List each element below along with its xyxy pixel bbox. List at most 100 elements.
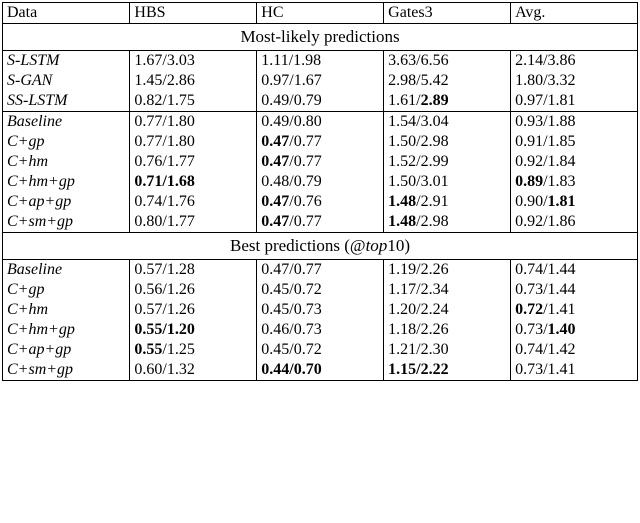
row-label: C+ap+gp xyxy=(3,340,130,360)
cell-gates3: 1.18/2.26 xyxy=(384,320,511,340)
cell-gates3: 1.54/3.04 xyxy=(384,112,511,133)
cell-hc: 0.45/0.73 xyxy=(257,300,384,320)
cell-hbs: 0.77/1.80 xyxy=(130,132,257,152)
row-label: S-LSTM xyxy=(3,51,130,72)
cell-hbs: 1.45/2.86 xyxy=(130,71,257,91)
table-row: C+ap+gp 0.74/1.76 0.47/0.76 1.48/2.91 0.… xyxy=(3,192,638,212)
cell-hbs: 0.60/1.32 xyxy=(130,360,257,381)
cell-hc: 0.45/0.72 xyxy=(257,340,384,360)
table-row: C+hm+gp 0.71/1.68 0.48/0.79 1.50/3.01 0.… xyxy=(3,172,638,192)
cell-hbs: 0.77/1.80 xyxy=(130,112,257,133)
table-row: C+gp 0.77/1.80 0.47/0.77 1.50/2.98 0.91/… xyxy=(3,132,638,152)
cell-hbs: 0.71/1.68 xyxy=(130,172,257,192)
row-label: C+sm+gp xyxy=(3,212,130,233)
table-row: C+ap+gp 0.55/1.25 0.45/0.72 1.21/2.30 0.… xyxy=(3,340,638,360)
table-row: C+hm 0.76/1.77 0.47/0.77 1.52/2.99 0.92/… xyxy=(3,152,638,172)
table-row: Baseline 0.57/1.28 0.47/0.77 1.19/2.26 0… xyxy=(3,260,638,281)
cell-hbs: 0.57/1.28 xyxy=(130,260,257,281)
table-row: S-GAN 1.45/2.86 0.97/1.67 2.98/5.42 1.80… xyxy=(3,71,638,91)
cell-gates3: 1.50/2.98 xyxy=(384,132,511,152)
cell-hbs: 0.55/1.25 xyxy=(130,340,257,360)
section-title: Best predictions (@top10) xyxy=(3,233,638,260)
results-table: Data HBS HC Gates3 Avg. Most-likely pred… xyxy=(2,2,638,381)
cell-hbs: 0.55/1.20 xyxy=(130,320,257,340)
col-hbs: HBS xyxy=(130,3,257,24)
table-row: SS-LSTM 0.82/1.75 0.49/0.79 1.61/2.89 0.… xyxy=(3,91,638,112)
cell-gates3: 1.17/2.34 xyxy=(384,280,511,300)
cell-hc: 0.45/0.72 xyxy=(257,280,384,300)
cell-gates3: 1.48/2.98 xyxy=(384,212,511,233)
cell-gates3: 1.50/3.01 xyxy=(384,172,511,192)
cell-hc: 1.11/1.98 xyxy=(257,51,384,72)
row-label: Baseline xyxy=(3,112,130,133)
cell-avg: 0.72/1.41 xyxy=(511,300,638,320)
col-hc: HC xyxy=(257,3,384,24)
cell-hc: 0.47/0.77 xyxy=(257,260,384,281)
col-avg: Avg. xyxy=(511,3,638,24)
cell-avg: 0.92/1.86 xyxy=(511,212,638,233)
row-label: C+ap+gp xyxy=(3,192,130,212)
cell-hc: 0.46/0.73 xyxy=(257,320,384,340)
row-label: C+hm xyxy=(3,152,130,172)
cell-gates3: 1.15/2.22 xyxy=(384,360,511,381)
col-data: Data xyxy=(3,3,130,24)
table-row: C+hm 0.57/1.26 0.45/0.73 1.20/2.24 0.72/… xyxy=(3,300,638,320)
cell-hc: 0.47/0.77 xyxy=(257,132,384,152)
cell-avg: 0.73/1.44 xyxy=(511,280,638,300)
cell-avg: 0.97/1.81 xyxy=(511,91,638,112)
table-row: C+sm+gp 0.80/1.77 0.47/0.77 1.48/2.98 0.… xyxy=(3,212,638,233)
cell-hbs: 0.76/1.77 xyxy=(130,152,257,172)
cell-avg: 0.74/1.42 xyxy=(511,340,638,360)
cell-hc: 0.47/0.77 xyxy=(257,152,384,172)
cell-hc: 0.44/0.70 xyxy=(257,360,384,381)
cell-hc: 0.47/0.76 xyxy=(257,192,384,212)
cell-hc: 0.49/0.79 xyxy=(257,91,384,112)
row-label: SS-LSTM xyxy=(3,91,130,112)
row-label: C+hm+gp xyxy=(3,172,130,192)
cell-avg: 0.74/1.44 xyxy=(511,260,638,281)
cell-avg: 0.90/1.81 xyxy=(511,192,638,212)
table-row: C+gp 0.56/1.26 0.45/0.72 1.17/2.34 0.73/… xyxy=(3,280,638,300)
cell-gates3: 2.98/5.42 xyxy=(384,71,511,91)
cell-avg: 0.73/1.40 xyxy=(511,320,638,340)
row-label: C+hm+gp xyxy=(3,320,130,340)
cell-avg: 0.91/1.85 xyxy=(511,132,638,152)
cell-avg: 1.80/3.32 xyxy=(511,71,638,91)
table-row: Baseline 0.77/1.80 0.49/0.80 1.54/3.04 0… xyxy=(3,112,638,133)
cell-avg: 2.14/3.86 xyxy=(511,51,638,72)
table-row: S-LSTM 1.67/3.03 1.11/1.98 3.63/6.56 2.1… xyxy=(3,51,638,72)
bottom-rule xyxy=(3,381,638,382)
cell-hbs: 0.74/1.76 xyxy=(130,192,257,212)
cell-gates3: 1.21/2.30 xyxy=(384,340,511,360)
cell-hc: 0.49/0.80 xyxy=(257,112,384,133)
row-label: C+gp xyxy=(3,132,130,152)
table-row: C+hm+gp 0.55/1.20 0.46/0.73 1.18/2.26 0.… xyxy=(3,320,638,340)
section-header: Most-likely predictions xyxy=(3,24,638,51)
row-label: Baseline xyxy=(3,260,130,281)
section-title: Most-likely predictions xyxy=(3,24,638,51)
cell-hbs: 1.67/3.03 xyxy=(130,51,257,72)
cell-gates3: 1.48/2.91 xyxy=(384,192,511,212)
cell-avg: 0.73/1.41 xyxy=(511,360,638,381)
cell-gates3: 1.52/2.99 xyxy=(384,152,511,172)
cell-hbs: 0.80/1.77 xyxy=(130,212,257,233)
row-label: S-GAN xyxy=(3,71,130,91)
row-label: C+hm xyxy=(3,300,130,320)
cell-avg: 0.93/1.88 xyxy=(511,112,638,133)
cell-hc: 0.47/0.77 xyxy=(257,212,384,233)
cell-gates3: 1.19/2.26 xyxy=(384,260,511,281)
col-gates3: Gates3 xyxy=(384,3,511,24)
cell-hbs: 0.57/1.26 xyxy=(130,300,257,320)
cell-hc: 0.97/1.67 xyxy=(257,71,384,91)
cell-hbs: 0.82/1.75 xyxy=(130,91,257,112)
cell-avg: 0.89/1.83 xyxy=(511,172,638,192)
cell-hbs: 0.56/1.26 xyxy=(130,280,257,300)
header-row: Data HBS HC Gates3 Avg. xyxy=(3,3,638,24)
cell-avg: 0.92/1.84 xyxy=(511,152,638,172)
cell-gates3: 3.63/6.56 xyxy=(384,51,511,72)
cell-hc: 0.48/0.79 xyxy=(257,172,384,192)
table-row: C+sm+gp 0.60/1.32 0.44/0.70 1.15/2.22 0.… xyxy=(3,360,638,381)
table-body: Most-likely predictions S-LSTM 1.67/3.03… xyxy=(3,24,638,382)
cell-gates3: 1.61/2.89 xyxy=(384,91,511,112)
cell-gates3: 1.20/2.24 xyxy=(384,300,511,320)
